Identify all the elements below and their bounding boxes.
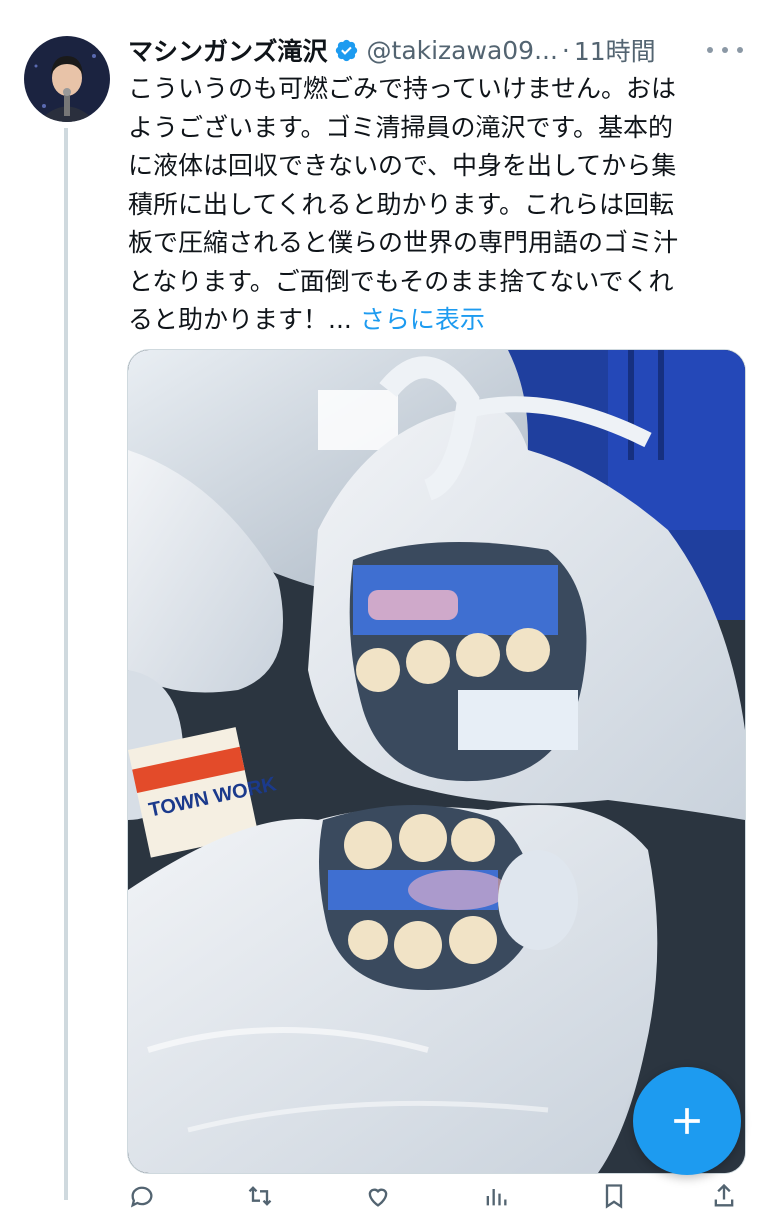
timestamp[interactable]: 11時間 [574,32,656,68]
tweet-text-line: ようございます。ゴミ清掃員の滝沢です。基本的 [128,112,674,142]
plus-icon [674,1108,700,1134]
tweet-text-line: 積所に出してくれると助かります。これらは回転 [128,189,675,219]
show-more-link[interactable]: さらに表示 [360,305,485,334]
reply-button[interactable] [128,1186,164,1208]
reply-icon [130,1186,153,1208]
retweet-icon [248,1186,272,1206]
verified-badge-icon [335,39,357,61]
tweet-header: マシンガンズ滝沢 @takizawa09... · 11時間 [128,30,743,70]
bookmark-icon [605,1184,623,1209]
compose-button[interactable] [633,1067,741,1175]
tweet-text-line: 板で圧縮されると僕らの世界の専門用語のゴミ汁 [128,228,679,257]
tweet-text-line-last: ると助かります！... さらに表示 [128,301,738,340]
tweet-text: こういうのも可燃ごみで持っていけません。おは ようございます。ゴミ清掃員の滝沢で… [128,70,738,340]
tweet-text-line: こういうのも可燃ごみで持っていけません。おは [128,74,677,103]
tweet-media-image[interactable]: TOWN WORK [127,349,746,1174]
garbage-photo: TOWN WORK [128,350,745,1173]
handle[interactable]: @takizawa09... [367,36,558,65]
like-button[interactable] [364,1186,400,1207]
more-dots-icon[interactable] [707,36,743,64]
views-button[interactable] [482,1186,518,1206]
thread-line [64,128,68,1200]
avatar[interactable] [24,36,110,122]
display-name[interactable]: マシンガンズ滝沢 [128,32,328,68]
bookmark-button[interactable] [600,1184,628,1209]
views-icon [486,1189,507,1206]
share-icon [714,1183,734,1207]
heart-icon [368,1188,388,1207]
tweet-text-tail: ると助かります！... [128,305,352,334]
tweet-text-line: となります。ご面倒でもそのまま捨てないでくれ [128,266,674,296]
tweet-text-line: に液体は回収できないので、中身を出してから集 [128,151,677,180]
share-button[interactable] [710,1183,738,1207]
separator-dot: · [561,35,570,65]
retweet-button[interactable] [246,1186,282,1206]
tweet-action-bar [128,1183,738,1209]
